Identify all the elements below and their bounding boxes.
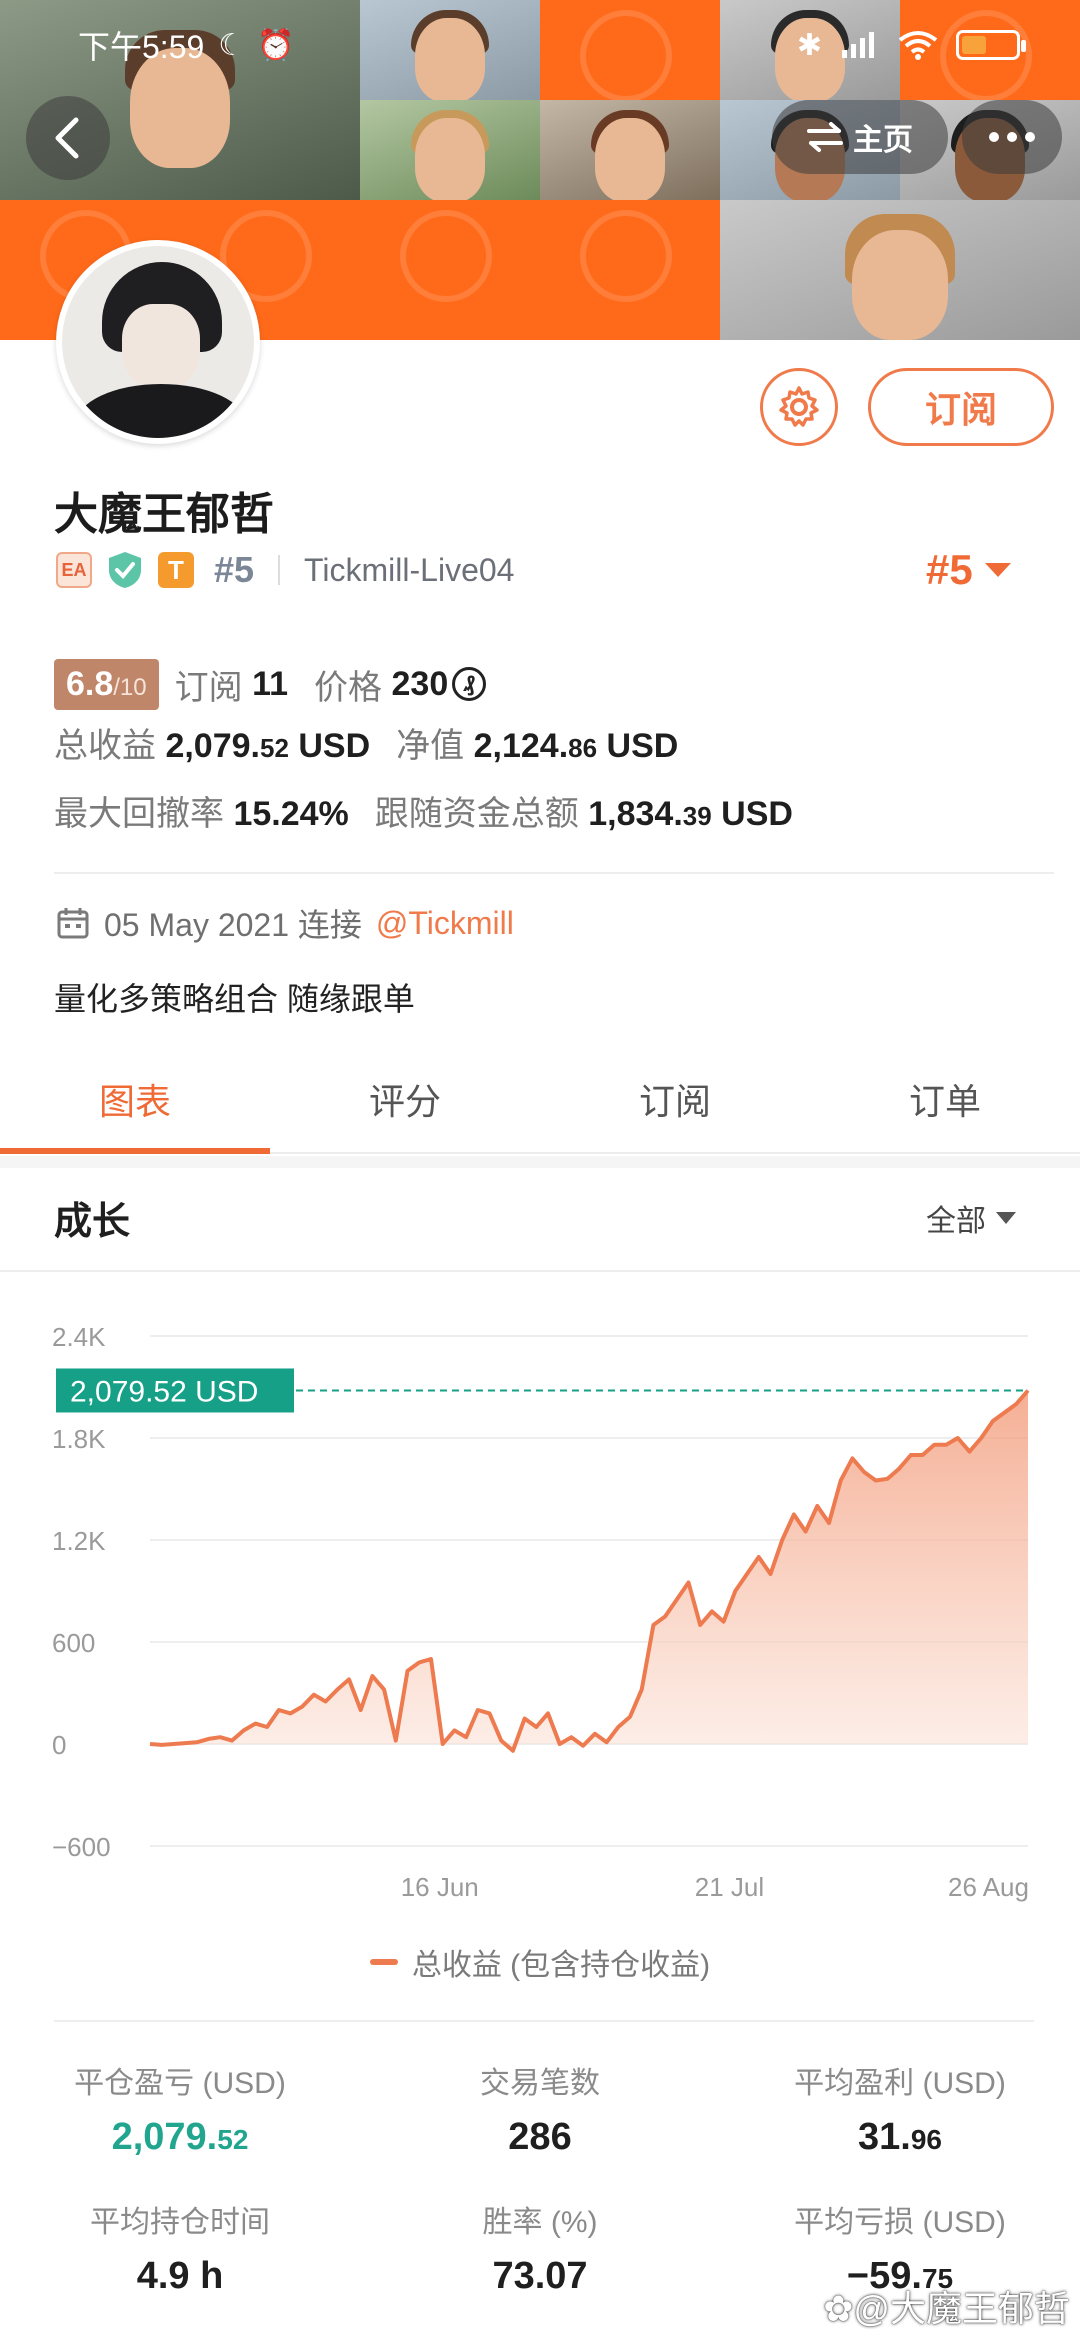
y-tick-label: 600: [52, 1628, 95, 1658]
growth-chart-svg: 2.4K 1.8K 1.2K 600 0 −600 16 Jun 21 Jul 26 Aug 2,…: [52, 1322, 1030, 1902]
rank-value: #5: [926, 546, 973, 593]
home-button[interactable]: 主页: [772, 100, 948, 174]
banner-photo: [540, 100, 720, 202]
trade-count-cell: 交易笔数 286: [360, 2058, 720, 2159]
x-tick-label: 26 Aug: [948, 1872, 1029, 1902]
win-rate-cell: 胜率 (%) 73.07: [360, 2197, 720, 2298]
total-profit-value: 2,079.: [165, 727, 260, 765]
home-label: 主页: [853, 124, 913, 157]
win-rate-value: 73.07: [492, 2255, 588, 2297]
y-tick-label: −600: [52, 1832, 111, 1862]
moon-icon: ☾: [218, 28, 246, 62]
total-profit-label: 总收益: [54, 727, 156, 765]
x-tick-label: 21 Jul: [695, 1872, 764, 1902]
growth-title: 成长: [54, 1201, 131, 1243]
avg-hold-time-cell: 平均持仓时间 4.9 h: [0, 2197, 360, 2298]
divider: [54, 2020, 1034, 2022]
settings-button[interactable]: [760, 368, 838, 446]
closed-pnl-value: 2,079.52: [111, 2116, 249, 2158]
price-label: 价格: [314, 668, 383, 707]
chevron-left-icon: [55, 117, 79, 159]
trade-count-value: 286: [508, 2116, 572, 2158]
more-icon: [989, 132, 999, 142]
wifi-icon: [898, 31, 938, 60]
back-button[interactable]: [26, 96, 110, 180]
subscribe-button[interactable]: 订阅: [868, 368, 1054, 446]
current-value-label: 2,079.52 USD: [70, 1375, 258, 1408]
avg-hold-time-value: 4.9 h: [136, 2255, 224, 2297]
legend-swatch: [369, 1959, 398, 1965]
range-filter-dropdown[interactable]: 全部: [926, 1196, 1016, 1240]
status-time: 下午5:59: [78, 29, 205, 65]
tab-subscriptions[interactable]: 订阅: [540, 1058, 810, 1152]
badge-row: EA T #5 Tickmill-Live04: [56, 548, 514, 592]
bio-text: 量化多策略组合 随缘跟单: [54, 981, 415, 1017]
series-area: [150, 1390, 1028, 1751]
equity-label: 净值: [396, 727, 465, 765]
drawdown-label: 最大回撤率: [54, 795, 224, 833]
section-gap: [0, 1156, 1080, 1168]
tab-bar: 图表 评分 订阅 订单: [0, 1058, 1080, 1154]
score-badge: 6.8/10: [54, 658, 159, 710]
server-label: Tickmill-Live04: [304, 551, 515, 588]
battery-icon: [956, 30, 1026, 60]
drawdown-value: 15.24%: [233, 795, 349, 833]
more-button[interactable]: [962, 100, 1062, 174]
joined-row: 05 May 2021 连接 @Tickmill: [56, 900, 514, 946]
tab-rating[interactable]: 评分: [270, 1058, 540, 1152]
joined-date: 05 May 2021 连接: [104, 907, 362, 943]
growth-chart[interactable]: 2.4K 1.8K 1.2K 600 0 −600 16 Jun 21 Jul 26 Aug 2,…: [0, 1280, 1080, 1960]
summary-grid: 平仓盈亏 (USD) 2,079.52 交易笔数 286 平均盈利 (USD) …: [0, 2058, 1080, 2298]
alarm-icon: ⏰: [257, 28, 295, 62]
bluetooth-icon: ✱: [796, 28, 822, 62]
verified-shield-icon: [109, 552, 141, 588]
x-tick-label: 16 Jun: [401, 1872, 479, 1902]
status-bar: 下午5:59 ☾ ⏰ ✱: [0, 0, 1080, 90]
profile-name: 大魔王郁哲: [54, 490, 274, 539]
tab-chart[interactable]: 图表: [0, 1058, 270, 1154]
banner-photo: [360, 100, 540, 202]
y-tick-label: 2.4K: [52, 1322, 106, 1352]
range-filter-label: 全部: [926, 1205, 986, 1238]
avg-profit-value: 31.96: [858, 2116, 942, 2158]
watermark: ✿@大魔王郁哲: [823, 2288, 1070, 2329]
subscribers-value: 11: [252, 664, 289, 703]
swap-icon: [807, 122, 843, 152]
trader-badge: T: [158, 552, 194, 588]
follow-funds-value: 1,834.: [588, 795, 683, 833]
divider: [0, 1270, 1080, 1272]
divider: [54, 872, 1054, 874]
separator: [278, 555, 281, 585]
signal-icon: [842, 32, 874, 58]
broker-link[interactable]: @Tickmill: [376, 905, 514, 942]
calendar-icon: [57, 908, 89, 939]
price-value: 230: [391, 664, 449, 703]
closed-pnl-cell: 平仓盈亏 (USD) 2,079.52: [0, 2058, 360, 2159]
legend-label: 总收益 (包含持仓收益): [411, 1949, 711, 1982]
stats-block: 6.8/10 订阅 11 价格 230 ₰ 总收益 2,079. 52 USD 净…: [54, 650, 1034, 854]
avg-profit-cell: 平均盈利 (USD) 31.96: [720, 2058, 1080, 2159]
subscribers-label: 订阅: [174, 668, 243, 707]
rank-label: #5: [214, 549, 255, 590]
equity-value: 2,124.: [473, 727, 569, 765]
avatar[interactable]: [56, 240, 260, 444]
y-tick-label: 1.2K: [52, 1526, 106, 1556]
tab-orders[interactable]: 订单: [810, 1058, 1080, 1152]
caret-down-icon: [996, 1212, 1016, 1224]
coin-icon: ₰: [452, 667, 487, 701]
follow-funds-label: 跟随资金总额: [374, 795, 579, 833]
rank-dropdown[interactable]: #5: [926, 546, 1013, 594]
ea-badge: EA: [56, 552, 92, 588]
y-tick-label: 1.8K: [52, 1424, 106, 1454]
gear-icon: [779, 386, 819, 427]
y-tick-label: 0: [52, 1730, 66, 1760]
chart-legend: 总收益 (包含持仓收益): [0, 1940, 1080, 1984]
banner-photo: [720, 200, 1080, 340]
caret-down-icon: [984, 563, 1011, 577]
